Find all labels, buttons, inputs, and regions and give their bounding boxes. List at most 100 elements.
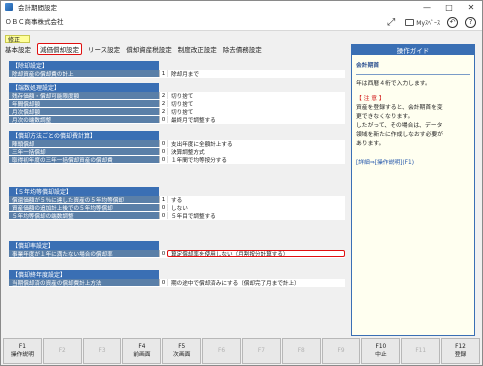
app-window: 会計期間設定 — □ ✕ ＯＢＣ商事株式会社 ⤢ Myｽﾍﾟｰｽ ↶ ? 修正 …	[0, 0, 483, 366]
guide-header: 操作ガイド	[352, 45, 474, 55]
settings-content: 【除却設定】 除却資産の償却費の計上 1 除却月まで 【端数処理設定】 残存価額・償却可能…	[9, 57, 345, 337]
guide-note-line: 更できなくなります。	[356, 114, 414, 120]
setting-code-input[interactable]: 0	[159, 116, 167, 123]
setting-code-input[interactable]: 0	[159, 212, 167, 219]
setting-code-input[interactable]: 2	[159, 92, 167, 99]
expand-arrows-icon[interactable]: ⤢	[384, 16, 398, 28]
setting-label: 取得初年度の三年一括償却資産の償却費	[9, 156, 159, 163]
guide-note-line: 資産を登録すると、会計期首を変	[356, 105, 443, 111]
fkey-label: 操作説明	[10, 352, 35, 358]
setting-value: 最終月で調整する	[167, 116, 345, 123]
setting-row[interactable]: 当期償却済の資産の償却費計上方法 0 期の途中で償却済みにする（償却完了月まで計上）	[9, 279, 345, 287]
setting-row[interactable]: 資産価額の追加計上後での５年均等償却 0 しない	[9, 204, 345, 212]
setting-row[interactable]: 三年一括償却 0 決算調整方式	[9, 148, 345, 156]
setting-row[interactable]: 月次償却額 2 切り捨て	[9, 108, 345, 116]
setting-code-input[interactable]: 1	[159, 196, 167, 203]
setting-row[interactable]: ５年均等償却の端数調整 0 ５年目で調整する	[9, 212, 345, 220]
monitor-icon	[405, 18, 415, 26]
section-title: 【除却設定】	[9, 61, 159, 70]
maximize-button[interactable]: □	[438, 1, 460, 13]
fkey-code: F8	[297, 348, 305, 354]
setting-code-input[interactable]: 0	[159, 279, 167, 286]
setting-value: 切り捨て	[167, 100, 345, 107]
app-icon	[5, 3, 13, 11]
setting-label: 当期償却済の資産の償却費計上方法	[9, 279, 159, 286]
setting-code-input[interactable]: 2	[159, 100, 167, 107]
tab-bar: 基本設定 減価償却設定 リース設定 償却資産税設定 制度改正設定 除去債務設定	[5, 43, 262, 55]
setting-label: 事業年度が１年に満たない場合の償却率	[9, 250, 159, 257]
minimize-button[interactable]: —	[416, 1, 438, 13]
setting-value: 決算調整方式	[167, 148, 345, 155]
company-name: ＯＢＣ商事株式会社	[5, 18, 64, 26]
title-bar: 会計期間設定 — □ ✕	[1, 1, 482, 13]
setting-value: １年間で均等按分する	[167, 156, 345, 163]
guide-note-line: あります。	[356, 141, 385, 147]
setting-code-input[interactable]: 1	[159, 70, 167, 77]
fkey-f8-button: F8	[281, 338, 321, 364]
tab-basic[interactable]: 基本設定	[5, 44, 31, 54]
fkey-f7-button: F7	[241, 338, 281, 364]
tab-asset-tax[interactable]: 償却資産税設定	[126, 44, 172, 54]
setting-row[interactable]: 取得初年度の三年一括償却資産の償却費 0 １年間で均等按分する	[9, 156, 345, 164]
setting-value: する	[167, 196, 345, 203]
setting-row[interactable]: 償還価額が５％に達した資産の５年均等償却 1 する	[9, 196, 345, 204]
fkey-code: F9	[337, 348, 345, 354]
setting-code-input[interactable]: 0	[159, 148, 167, 155]
fkey-f1-button[interactable]: F1 操作説明	[3, 338, 42, 364]
tab-law-revision[interactable]: 制度改正設定	[178, 44, 217, 54]
fkey-code: F5	[178, 344, 186, 350]
fkey-code: F12	[455, 344, 466, 350]
setting-value: しない	[167, 204, 345, 211]
close-button[interactable]: ✕	[460, 1, 482, 13]
mode-badge: 修正	[5, 35, 30, 44]
setting-code-input[interactable]: 0	[159, 140, 167, 147]
setting-row[interactable]: 月次の端数調整 0 最終月で調整する	[9, 116, 345, 124]
setting-label: 年間償却額	[9, 100, 159, 107]
guide-title: 会計期首	[356, 63, 380, 69]
settings-section: 【償却終年度設定】 当期償却済の資産の償却費計上方法 0 期の途中で償却済みにする（償…	[9, 270, 345, 287]
help-icon[interactable]: ?	[465, 16, 476, 28]
setting-row[interactable]: 年間償却額 2 切り捨て	[9, 100, 345, 108]
settings-section: 【償却率設定】 事業年度が１年に満たない場合の償却率 0 算定償却率を使用しない（月割…	[9, 241, 345, 258]
setting-value: 期の途中で償却済みにする（償却完了月まで計上）	[167, 279, 345, 286]
tab-depreciation[interactable]: 減価償却設定	[37, 43, 82, 55]
tab-removal-debt[interactable]: 除去債務設定	[223, 44, 262, 54]
section-title: 【償却方法ごとの償却費計算】	[9, 131, 159, 140]
fkey-label: 中止	[375, 352, 387, 358]
fkey-f6-button: F6	[202, 338, 241, 364]
my-space-button[interactable]: Myｽﾍﾟｰｽ	[405, 18, 440, 27]
setting-label: 陣頭償却	[9, 140, 159, 147]
settings-section: 【除却設定】 除却資産の償却費の計上 1 除却月まで	[9, 61, 345, 78]
setting-row[interactable]: 除却資産の償却費の計上 1 除却月まで	[9, 70, 345, 78]
setting-row[interactable]: 陣頭償却 0 支出年度に全額計上する	[9, 140, 345, 148]
setting-row[interactable]: 残存価額・償却可能限度額 2 切り捨て	[9, 92, 345, 100]
section-title: 【端数処理設定】	[9, 83, 159, 92]
tab-lease[interactable]: リース設定	[88, 44, 120, 54]
operation-guide: 操作ガイド 会計期首 年は西暦４桁で入力します。 【 注 意 】 資産を登録する…	[351, 44, 475, 336]
fkey-code: F10	[375, 344, 387, 350]
fkey-f10-button[interactable]: F10 中止	[361, 338, 401, 364]
setting-code-input[interactable]: 0	[159, 204, 167, 211]
guide-divider	[356, 74, 470, 75]
setting-label: 資産価額の追加計上後での５年均等償却	[9, 204, 159, 211]
setting-code-input[interactable]: 0	[159, 156, 167, 163]
back-icon[interactable]: ↶	[447, 16, 458, 28]
function-key-bar: F1 操作説明 F2 F3 F4 前画面 F5 次画面 F6 F7 F8 F9 F10 中止 F11 F12 登…	[3, 338, 480, 364]
setting-code-input[interactable]: 0	[159, 250, 167, 257]
setting-label: 除却資産の償却費の計上	[9, 70, 159, 77]
guide-detail-link[interactable]: [詳細⇒[操作説明](F1)	[356, 159, 470, 168]
fkey-f4-button[interactable]: F4 前画面	[122, 338, 162, 364]
setting-code-input[interactable]: 2	[159, 108, 167, 115]
section-title: 【５年均等償却設定】	[9, 187, 159, 196]
fkey-f5-button[interactable]: F5 次画面	[162, 338, 202, 364]
fkey-label: 前画面	[133, 352, 151, 358]
fkey-code: F6	[218, 348, 226, 354]
my-space-label: Myｽﾍﾟｰｽ	[416, 19, 440, 27]
fkey-label: 次画面	[173, 352, 191, 358]
settings-section: 【５年均等償却設定】 償還価額が５％に達した資産の５年均等償却 1 する 資産価額の追加…	[9, 187, 345, 220]
fkey-f11-button: F11	[401, 338, 441, 364]
guide-note-title: 【 注 意 】	[356, 96, 385, 102]
setting-row[interactable]: 事業年度が１年に満たない場合の償却率 0 算定償却率を使用しない（月割按分計算する）	[9, 250, 345, 258]
fkey-f12-button[interactable]: F12 登録	[441, 338, 480, 364]
setting-value: 除却月まで	[167, 70, 345, 77]
